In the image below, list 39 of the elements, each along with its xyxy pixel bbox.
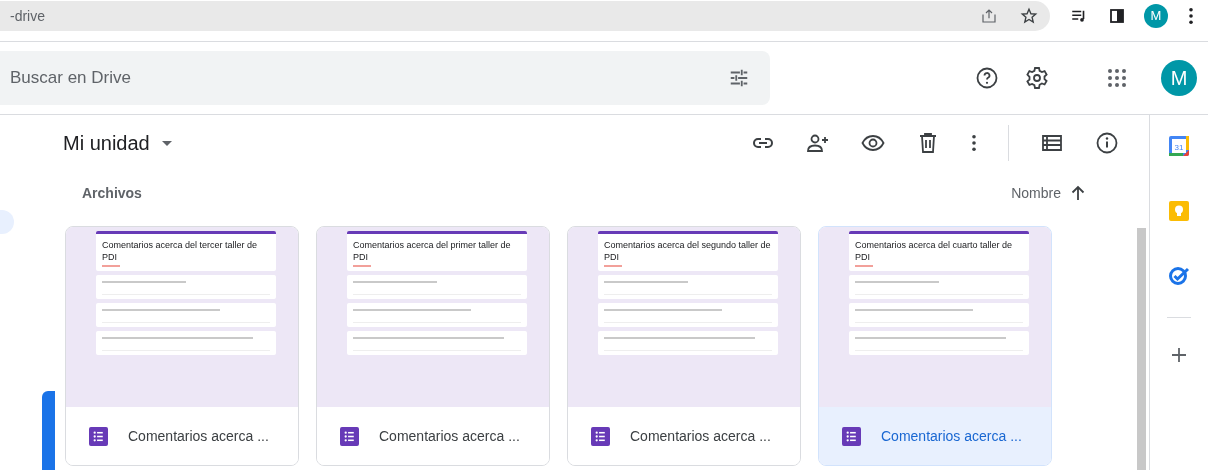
search-field[interactable]: Buscar en Drive	[0, 51, 770, 105]
filter-icon[interactable]	[728, 67, 750, 89]
more-icon[interactable]	[1188, 6, 1194, 25]
more-icon[interactable]	[971, 134, 977, 152]
url-text: -drive	[10, 7, 46, 24]
file-name: Comentarios acerca ...	[881, 428, 1022, 444]
file-name: Comentarios acerca ...	[379, 428, 520, 444]
forms-icon	[842, 426, 861, 446]
forms-icon	[340, 426, 359, 446]
form-title: Comentarios acerca del segundo taller de PDI	[604, 240, 772, 264]
form-title: Comentarios acerca del primer taller de PDI	[353, 240, 512, 264]
apps-icon[interactable]	[1105, 66, 1129, 90]
file-card[interactable]: Comentarios acerca del primer taller de PDI Comentarios acerca ...	[316, 226, 550, 466]
forms-icon	[591, 426, 610, 446]
info-icon[interactable]	[1095, 131, 1119, 155]
plus-icon[interactable]	[1171, 347, 1187, 363]
file-name: Comentarios acerca ...	[128, 428, 269, 444]
calendar-icon[interactable]: 31	[1167, 134, 1191, 158]
location-dropdown[interactable]: Mi unidad	[63, 131, 172, 155]
forms-icon	[89, 426, 108, 446]
form-title: Comentarios acerca del cuarto taller de PDI	[855, 240, 1014, 264]
file-card[interactable]: Comentarios acerca del segundo taller de PDI Comentarios acerca ...	[567, 226, 801, 466]
section-title: Archivos	[82, 185, 142, 201]
side-panel-icon[interactable]	[1108, 6, 1126, 25]
address-bar[interactable]: -drive	[0, 0, 1050, 31]
scrollbar[interactable]	[1137, 228, 1146, 470]
sort-button[interactable]: Nombre	[1011, 185, 1085, 201]
caret-icon	[161, 140, 172, 146]
task-check-icon[interactable]	[1167, 264, 1191, 288]
file-card[interactable]: Comentarios acerca del cuarto taller de PDI Comentarios acerca ...	[818, 226, 1052, 466]
profile-avatar[interactable]: M	[1144, 3, 1168, 28]
settings-icon[interactable]	[1025, 66, 1049, 90]
help-icon[interactable]	[975, 66, 999, 90]
arrow-up-icon	[1071, 185, 1085, 201]
file-card[interactable]: Comentarios acerca del tercer taller de PDI Comentarios acerca ...	[65, 226, 299, 466]
file-name: Comentarios acerca ...	[630, 428, 771, 444]
form-title: Comentarios acerca del tercer taller de PDI	[102, 240, 259, 264]
star-icon[interactable]	[1020, 6, 1038, 25]
account-avatar[interactable]: M	[1161, 60, 1197, 96]
